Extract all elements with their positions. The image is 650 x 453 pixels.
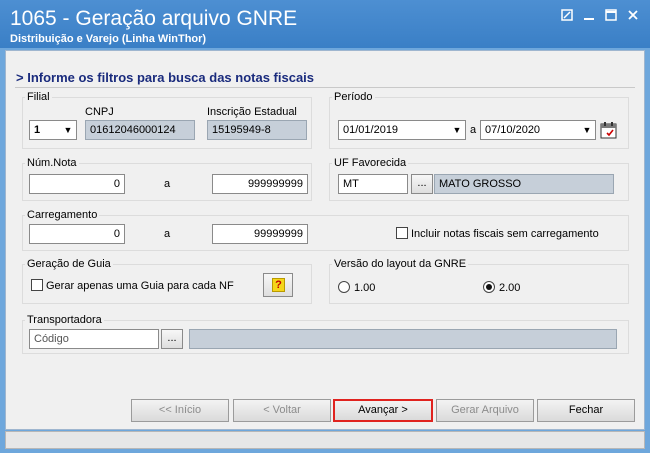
layout-option-1-label[interactable]: 1.00 <box>354 282 375 294</box>
periodo-group-label: Período <box>332 91 375 103</box>
periodo-separator: a <box>470 124 477 136</box>
uf-code-field[interactable]: MT <box>338 174 408 194</box>
filial-value: 1 <box>34 124 41 136</box>
window-title: 1065 - Geração arquivo GNRE <box>10 7 298 30</box>
inicio-button[interactable]: << Início <box>131 399 229 422</box>
num-nota-separator: a <box>164 178 171 190</box>
transportadora-lookup-button[interactable]: ... <box>161 329 183 349</box>
guia-group-label: Geração de Guia <box>25 258 113 270</box>
transportadora-group: Transportadora Código ... <box>22 314 629 354</box>
maximize-icon[interactable] <box>602 8 620 24</box>
window-subtitle: Distribuição e Varejo (Linha WinThor) <box>10 33 207 45</box>
fechar-button[interactable]: Fechar <box>537 399 635 422</box>
carregamento-from-field[interactable]: 0 <box>29 224 125 244</box>
num-nota-group-label: Núm.Nota <box>25 157 79 169</box>
page-heading: > Informe os filtros para busca das nota… <box>16 70 315 85</box>
uf-group: UF Favorecida MT ... MATO GROSSO <box>329 157 629 201</box>
heading-divider <box>15 87 635 88</box>
close-icon[interactable] <box>624 8 642 24</box>
periodo-group: Período 01/01/2019 ▼ a 07/10/2020 ▼ <box>329 91 629 149</box>
num-nota-to-field[interactable]: 999999999 <box>212 174 308 194</box>
periodo-end-field[interactable]: 07/10/2020 ▼ <box>480 120 596 140</box>
gerar-arquivo-button[interactable]: Gerar Arquivo <box>436 399 534 422</box>
carregamento-separator: a <box>164 228 171 240</box>
include-no-load-label[interactable]: Incluir notas fiscais sem carregamento <box>411 228 599 240</box>
transportadora-group-label: Transportadora <box>25 314 104 326</box>
periodo-start-field[interactable]: 01/01/2019 ▼ <box>338 120 466 140</box>
chevron-down-icon[interactable]: ▼ <box>579 121 595 139</box>
carregamento-group: Carregamento 0 a 99999999 Incluir notas … <box>22 209 629 251</box>
carregamento-to-field[interactable]: 99999999 <box>212 224 308 244</box>
cnpj-label: CNPJ <box>85 106 114 118</box>
filial-select[interactable]: 1 ▼ <box>29 120 77 140</box>
uf-name-field: MATO GROSSO <box>434 174 614 194</box>
layout-option-2-label[interactable]: 2.00 <box>499 282 520 294</box>
ie-field: 15195949-8 <box>207 120 307 140</box>
layout-radio-2[interactable] <box>483 281 495 293</box>
minimize-icon[interactable] <box>580 8 598 24</box>
chevron-down-icon[interactable]: ▼ <box>449 121 465 139</box>
main-window: 1065 - Geração arquivo GNRE Distribuição… <box>0 0 650 453</box>
transportadora-name-field <box>189 329 617 349</box>
periodo-end-value: 07/10/2020 <box>485 124 541 136</box>
layout-group: Versão do layout da GNRE 1.00 2.00 <box>329 258 629 304</box>
chevron-down-icon[interactable]: ▼ <box>60 121 76 139</box>
guia-group: Geração de Guia Gerar apenas uma Guia pa… <box>22 258 312 304</box>
num-nota-from-field[interactable]: 0 <box>29 174 125 194</box>
cnpj-field: 01612046000124 <box>85 120 195 140</box>
carregamento-group-label: Carregamento <box>25 209 100 221</box>
layout-group-label: Versão do layout da GNRE <box>332 258 469 270</box>
include-no-load-checkbox[interactable] <box>396 227 408 239</box>
title-bar[interactable]: 1065 - Geração arquivo GNRE Distribuição… <box>0 0 650 48</box>
status-bar <box>5 431 645 449</box>
layout-radio-1[interactable] <box>338 281 350 293</box>
filial-group: Filial 1 ▼ CNPJ 01612046000124 Inscrição… <box>22 91 312 149</box>
voltar-button[interactable]: < Voltar <box>233 399 331 422</box>
ie-label: Inscrição Estadual <box>207 106 297 118</box>
restore-icon[interactable] <box>558 8 576 24</box>
help-icon: ? <box>272 278 285 292</box>
form-panel: > Informe os filtros para busca das nota… <box>5 50 645 430</box>
uf-lookup-button[interactable]: ... <box>411 174 433 194</box>
guia-option-label[interactable]: Gerar apenas uma Guia para cada NF <box>46 280 234 292</box>
avancar-button[interactable]: Avançar > <box>333 399 433 422</box>
guia-option-checkbox[interactable] <box>31 279 43 291</box>
filial-group-label: Filial <box>25 91 52 103</box>
uf-group-label: UF Favorecida <box>332 157 409 169</box>
num-nota-group: Núm.Nota 0 a 999999999 <box>22 157 312 201</box>
help-button[interactable]: ? <box>263 273 293 297</box>
periodo-start-value: 01/01/2019 <box>343 124 399 136</box>
transportadora-code-field[interactable]: Código <box>29 329 159 349</box>
calendar-icon[interactable] <box>600 121 618 139</box>
